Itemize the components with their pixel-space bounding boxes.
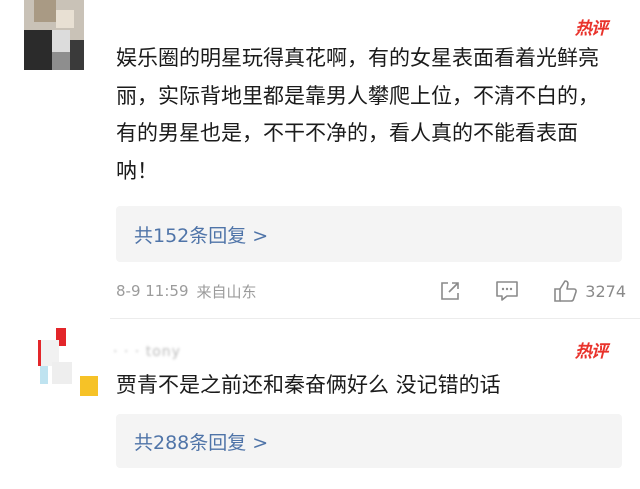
- view-replies-label: 共152条回复 >: [134, 224, 269, 247]
- avatar[interactable]: [30, 326, 100, 396]
- comment-text: 娱乐圈的明星玩得真花啊，有的女星表面看着光鲜亮丽，实际背地里都是靠男人攀爬上位，…: [116, 46, 599, 183]
- username[interactable]: · · · tony: [113, 344, 181, 360]
- hot-comment-badge: 热评: [575, 19, 608, 39]
- comment-divider: [110, 318, 640, 319]
- comment-icon: [496, 281, 519, 301]
- view-replies-label: 共288条回复 >: [134, 431, 269, 454]
- comment-button[interactable]: [495, 280, 519, 302]
- hot-comment-badge: 热评: [575, 342, 608, 362]
- share-button[interactable]: [439, 280, 461, 302]
- like-icon: [554, 280, 578, 302]
- like-count: 3274: [585, 281, 626, 301]
- share-icon: [441, 282, 460, 300]
- like-button[interactable]: 3274: [553, 279, 626, 303]
- view-replies-button[interactable]: 共288条回复 >: [116, 414, 622, 468]
- view-replies-button[interactable]: 共152条回复 >: [116, 206, 622, 262]
- comment-text: 贾青不是之前还和秦奋俩好么 没记错的话: [116, 373, 501, 397]
- comment-timestamp: 8-9 11:59: [116, 282, 189, 300]
- comment-location: 来自山东: [196, 282, 257, 301]
- comment-meta: 8-9 11:59 来自山东 3274: [116, 276, 626, 306]
- avatar[interactable]: [24, 0, 84, 70]
